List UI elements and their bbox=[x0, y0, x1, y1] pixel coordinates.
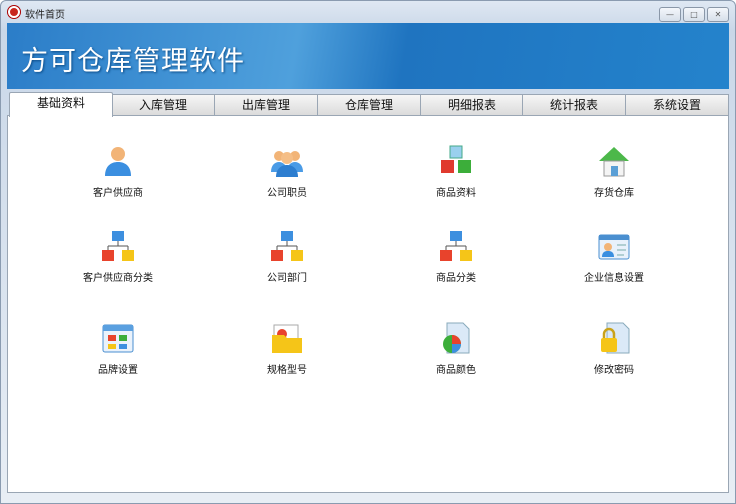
window-title: 软件首页 bbox=[25, 10, 65, 21]
banner: 方可仓库管理软件 bbox=[7, 23, 729, 89]
app-icon bbox=[8, 6, 20, 18]
maximize-button[interactable]: □ bbox=[683, 7, 705, 22]
shortcut-label: 品牌设置 bbox=[98, 365, 138, 376]
tab-1[interactable]: 基础资料 bbox=[9, 92, 113, 117]
title-bar: 软件首页 — □ ✕ bbox=[1, 1, 735, 23]
tab-5[interactable]: 明细报表 bbox=[420, 94, 524, 116]
shortcut-label: 规格型号 bbox=[267, 365, 307, 376]
cubes-icon bbox=[441, 145, 471, 173]
shortcut-label: 存货仓库 bbox=[594, 188, 634, 199]
main-window: 软件首页 — □ ✕ 方可仓库管理软件 基础资料 入库管理 出库管理 仓库管理 明细报表… bbox=[0, 0, 736, 504]
shortcut-label: 修改密码 bbox=[594, 365, 634, 376]
shortcut-label: 客户供应商 bbox=[93, 188, 143, 199]
minimize-button[interactable]: — bbox=[659, 7, 681, 22]
user-icon bbox=[105, 147, 131, 176]
shortcut-item[interactable]: 存货仓库 bbox=[554, 144, 674, 199]
close-button[interactable]: ✕ bbox=[707, 7, 729, 22]
tab-bar: 基础资料 入库管理 出库管理 仓库管理 明细报表 统计报表 系统设置 bbox=[9, 92, 729, 117]
tab-6[interactable]: 统计报表 bbox=[522, 94, 626, 116]
shortcut-item[interactable]: 品牌设置 bbox=[58, 321, 178, 376]
hierarchy-icon bbox=[440, 231, 472, 261]
folder-icon bbox=[272, 324, 302, 353]
hierarchy-icon bbox=[102, 231, 134, 261]
id-card-icon bbox=[598, 234, 630, 260]
lock-document-icon bbox=[601, 322, 630, 354]
shortcut-item[interactable]: 商品颜色 bbox=[396, 321, 516, 376]
tab-7[interactable]: 系统设置 bbox=[625, 94, 729, 116]
shortcut-item[interactable]: 商品分类 bbox=[396, 229, 516, 284]
pie-document-icon bbox=[443, 322, 470, 354]
tab-3[interactable]: 出库管理 bbox=[214, 94, 318, 116]
shortcut-item[interactable]: 规格型号 bbox=[227, 321, 347, 376]
hierarchy-icon bbox=[271, 231, 303, 261]
tab-content: 客户供应商 公司职员 商品资料 存货仓库客户供应商分类 公司部门 商品分类 企业信息设置品牌… bbox=[7, 115, 729, 493]
shortcut-item[interactable]: 客户供应商 bbox=[58, 144, 178, 199]
shortcut-item[interactable]: 修改密码 bbox=[554, 321, 674, 376]
shortcut-label: 公司职员 bbox=[267, 188, 307, 199]
shortcut-item[interactable]: 公司职员 bbox=[227, 144, 347, 199]
shortcut-label: 商品分类 bbox=[436, 273, 476, 284]
users-icon bbox=[271, 151, 303, 177]
shortcut-item[interactable]: 商品资料 bbox=[396, 144, 516, 199]
shortcut-item[interactable]: 公司部门 bbox=[227, 229, 347, 284]
shortcut-label: 公司部门 bbox=[267, 273, 307, 284]
app-title: 方可仓库管理软件 bbox=[21, 46, 245, 77]
house-icon bbox=[599, 147, 629, 177]
shortcut-label: 客户供应商分类 bbox=[83, 273, 153, 284]
shortcut-item[interactable]: 客户供应商分类 bbox=[58, 229, 178, 284]
shortcut-item[interactable]: 企业信息设置 bbox=[554, 229, 674, 284]
shortcut-label: 企业信息设置 bbox=[584, 273, 644, 284]
shortcut-label: 商品资料 bbox=[436, 188, 476, 199]
window-grid-icon bbox=[102, 324, 134, 353]
tab-2[interactable]: 入库管理 bbox=[111, 94, 215, 116]
shortcut-label: 商品颜色 bbox=[436, 365, 476, 376]
tab-4[interactable]: 仓库管理 bbox=[317, 94, 421, 116]
